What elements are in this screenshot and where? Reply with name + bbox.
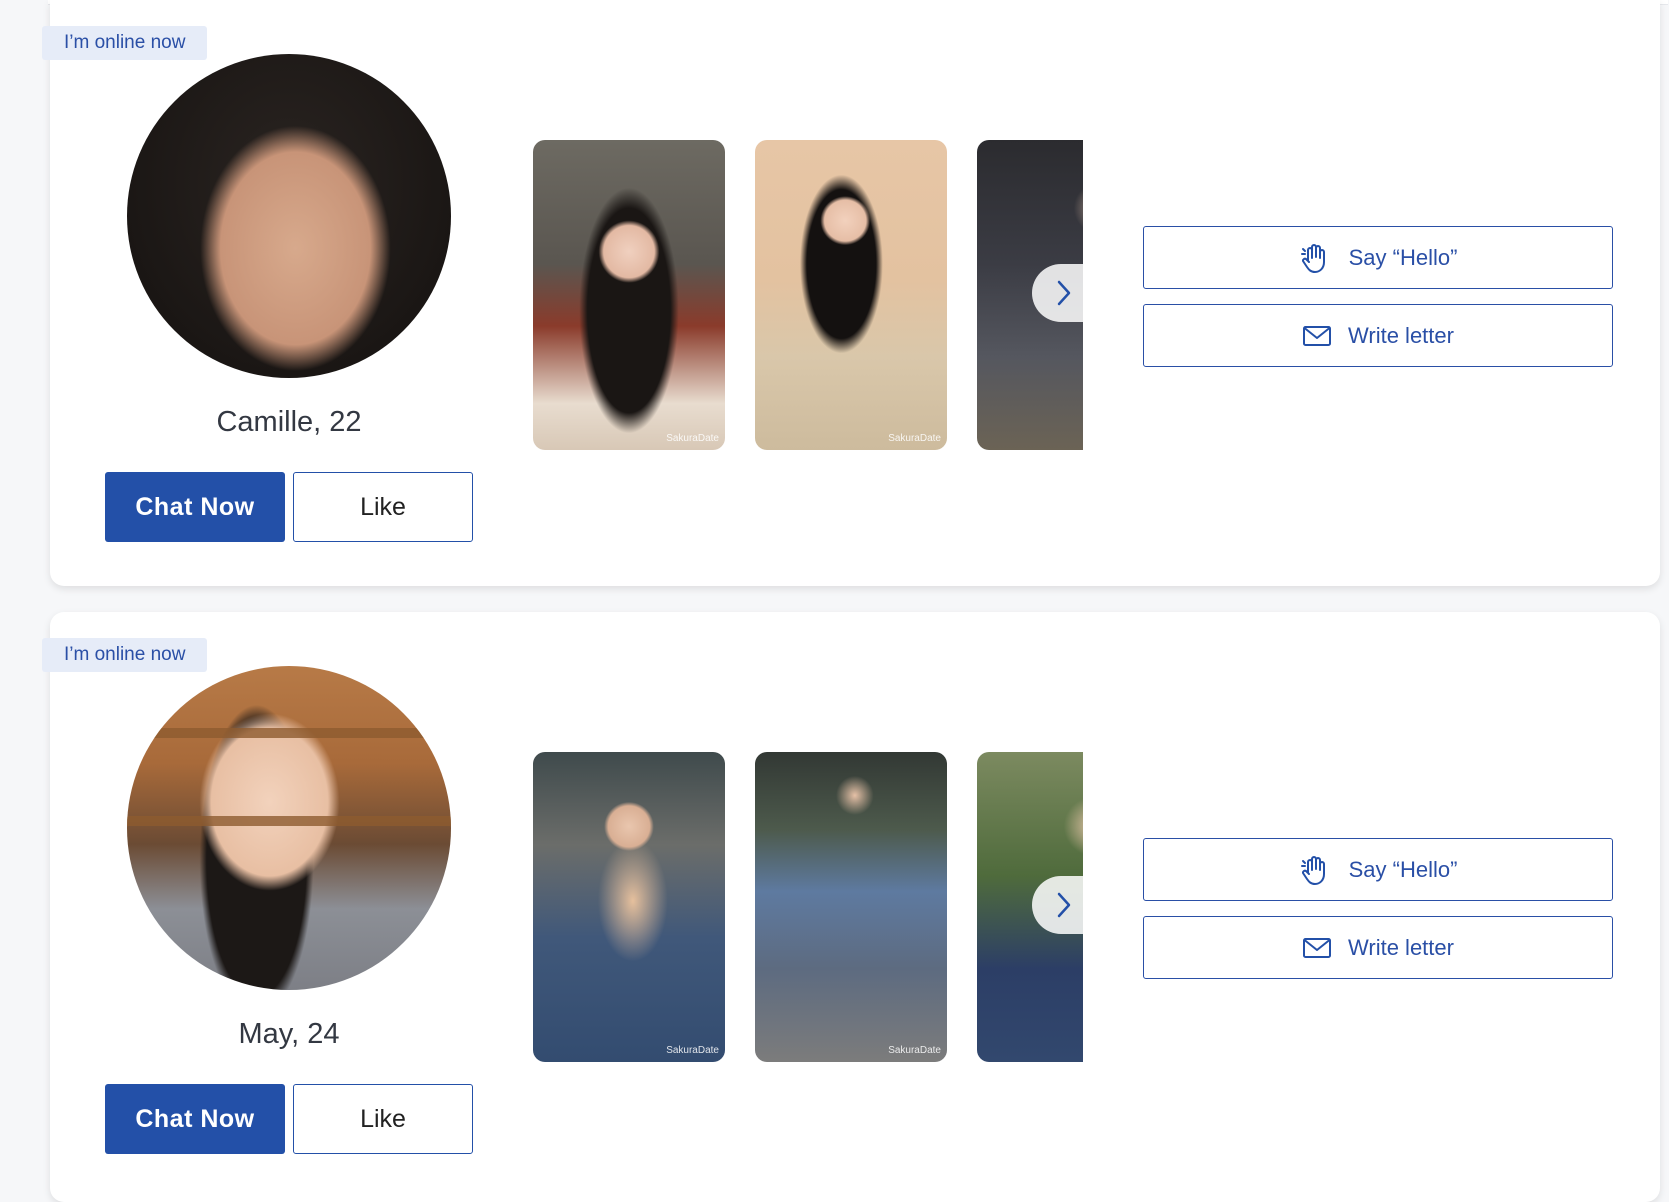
photo-gallery: SakuraDate SakuraDate [533,140,1083,450]
photo-watermark: SakuraDate [666,433,719,444]
write-letter-button[interactable]: Write letter [1143,304,1613,367]
gallery-next-button[interactable] [1032,264,1083,322]
chat-now-button[interactable]: Chat Now [105,472,285,542]
say-hello-label: Say “Hello” [1348,244,1458,270]
profile-name-age: May, 24 [238,1018,340,1050]
online-status-badge: I’m online now [42,26,208,60]
say-hello-label: Say “Hello” [1348,856,1458,882]
like-button[interactable]: Like [293,1084,473,1154]
photo-gallery: SakuraDate SakuraDate [533,752,1083,1062]
online-status-badge: I’m online now [42,638,208,672]
say-hello-button[interactable]: Say “Hello” [1143,838,1613,901]
waving-hand-icon [1300,243,1325,273]
like-button[interactable]: Like [293,472,473,542]
chevron-right-icon [1057,280,1071,306]
profile-avatar[interactable] [127,54,451,378]
photo-watermark: SakuraDate [666,1045,719,1056]
waving-hand-icon [1300,855,1325,885]
write-letter-button[interactable]: Write letter [1143,916,1613,979]
gallery-photo[interactable]: SakuraDate [755,140,947,450]
photo-watermark: SakuraDate [888,433,941,444]
chat-now-button[interactable]: Chat Now [105,1084,285,1154]
profile-avatar[interactable] [127,666,451,990]
gallery-photo[interactable]: SakuraDate [533,140,725,450]
profile-name-age: Camille, 22 [216,406,362,438]
gallery-photo[interactable]: SakuraDate [533,752,725,1062]
avatar-shelf-detail [127,728,451,738]
envelope-icon [1303,325,1332,346]
profile-card: I’m online now Camille, 22 Chat Now Like… [42,0,1660,586]
write-letter-label: Write letter [1348,934,1454,960]
envelope-icon [1303,937,1332,958]
write-letter-label: Write letter [1348,322,1454,348]
say-hello-button[interactable]: Say “Hello” [1143,226,1613,289]
gallery-next-button[interactable] [1032,876,1083,934]
avatar-shelf-detail [127,816,451,826]
chevron-right-icon [1057,892,1071,918]
photo-watermark: SakuraDate [888,1045,941,1056]
profile-card: I’m online now May, 24 Chat Now Like Sak… [42,612,1660,1202]
gallery-photo[interactable]: SakuraDate [755,752,947,1062]
